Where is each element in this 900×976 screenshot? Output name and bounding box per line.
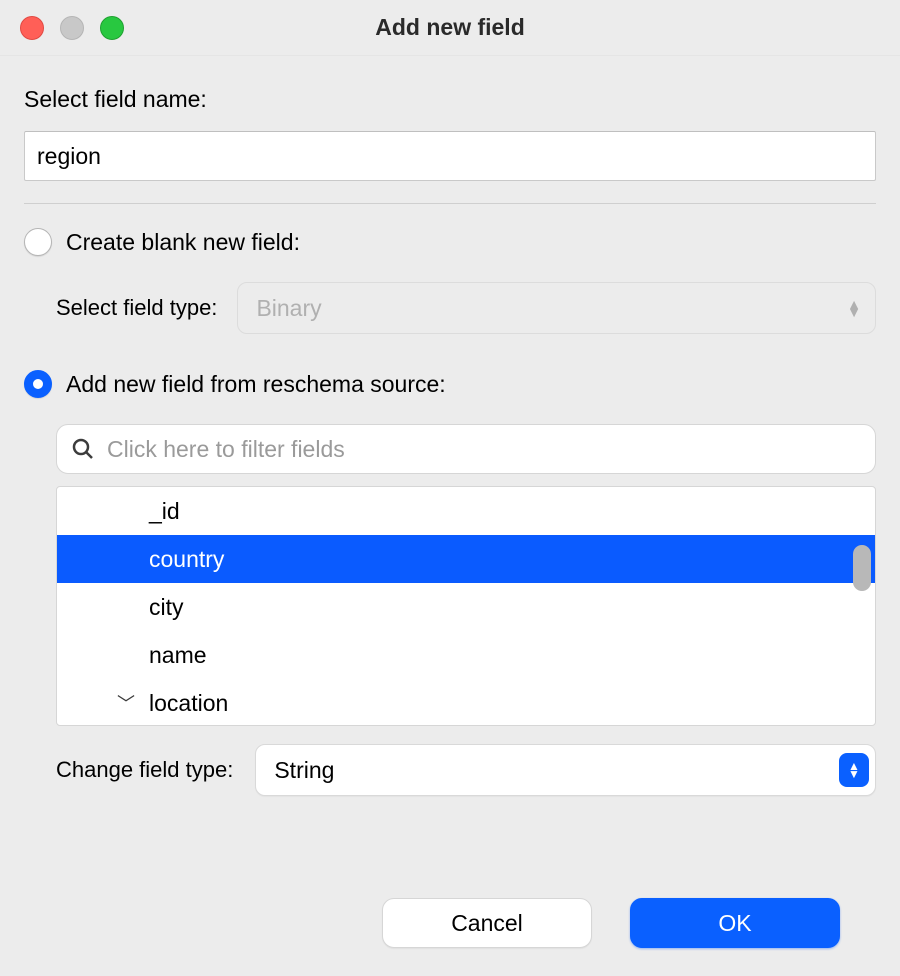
scrollbar[interactable]	[847, 487, 875, 725]
search-icon	[71, 437, 95, 461]
change-type-value: String	[274, 757, 334, 784]
window-title: Add new field	[0, 14, 900, 41]
minimize-window-button	[60, 16, 84, 40]
updown-icon: ▲▼	[847, 300, 861, 316]
divider	[24, 203, 876, 204]
filter-fields-input[interactable]	[107, 436, 861, 463]
field-name: name	[149, 642, 207, 669]
list-item[interactable]: city	[57, 583, 875, 631]
option-blank-label: Create blank new field:	[66, 229, 300, 256]
cancel-button[interactable]: Cancel	[382, 898, 592, 948]
list-item[interactable]: country	[57, 535, 875, 583]
ok-label: OK	[718, 910, 751, 937]
dialog-footer: Cancel OK	[24, 878, 876, 976]
close-window-button[interactable]	[20, 16, 44, 40]
field-name-label: Select field name:	[24, 86, 876, 113]
cancel-label: Cancel	[451, 910, 523, 937]
option-reschema-row[interactable]: Add new field from reschema source:	[24, 370, 876, 398]
field-name: city	[149, 594, 184, 621]
radio-blank[interactable]	[24, 228, 52, 256]
updown-icon: ▲▼	[839, 753, 869, 787]
field-name: country	[149, 546, 224, 573]
fields-list[interactable]: _id country city name ﹀ location	[56, 486, 876, 726]
chevron-down-icon[interactable]: ﹀	[117, 690, 135, 716]
filter-fields-box[interactable]	[56, 424, 876, 474]
change-type-select[interactable]: String ▲▼	[255, 744, 876, 796]
titlebar: Add new field	[0, 0, 900, 56]
option-reschema-label: Add new field from reschema source:	[66, 371, 446, 398]
spacer	[24, 796, 876, 878]
list-item[interactable]: name	[57, 631, 875, 679]
list-item[interactable]: _id	[57, 487, 875, 535]
field-name: _id	[149, 498, 180, 525]
change-type-row: Change field type: String ▲▼	[56, 744, 876, 796]
dialog-window: Add new field Select field name: Create …	[0, 0, 900, 976]
list-item[interactable]: ﹀ location	[57, 679, 875, 726]
traffic-lights	[20, 16, 124, 40]
option-blank-row[interactable]: Create blank new field:	[24, 228, 876, 256]
scrollbar-thumb[interactable]	[853, 545, 871, 591]
change-type-label: Change field type:	[56, 757, 233, 783]
radio-reschema[interactable]	[24, 370, 52, 398]
field-name-input[interactable]	[24, 131, 876, 181]
field-type-value: Binary	[256, 295, 321, 322]
zoom-window-button[interactable]	[100, 16, 124, 40]
field-name: location	[149, 690, 228, 717]
reschema-section: _id country city name ﹀ location	[24, 424, 876, 796]
dialog-content: Select field name: Create blank new fiel…	[0, 56, 900, 976]
field-type-row: Select field type: Binary ▲▼	[24, 282, 876, 334]
field-type-label: Select field type:	[56, 295, 217, 321]
field-type-select: Binary ▲▼	[237, 282, 876, 334]
ok-button[interactable]: OK	[630, 898, 840, 948]
